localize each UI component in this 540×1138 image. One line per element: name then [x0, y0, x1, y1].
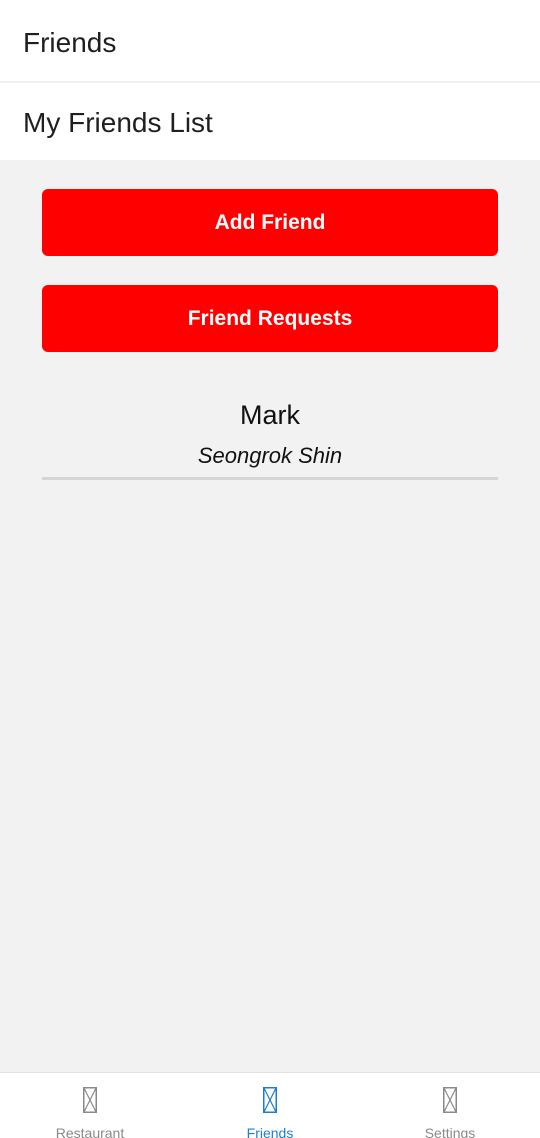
tab-label: Friends — [246, 1125, 294, 1138]
friend-requests-button[interactable]: Friend Requests — [42, 285, 498, 352]
tab-restaurant[interactable]: Restaurant — [0, 1073, 180, 1138]
friend-nickname: Mark — [240, 400, 300, 430]
placeholder-icon — [83, 1087, 97, 1113]
tab-friends[interactable]: Friends — [180, 1073, 360, 1138]
bottom-tab-bar: Restaurant Friends Settings — [0, 1072, 540, 1138]
add-friend-button[interactable]: Add Friend — [42, 189, 498, 256]
tab-label: Settings — [424, 1125, 476, 1138]
friend-full-name: Seongrok Shin — [197, 443, 343, 468]
tab-settings[interactable]: Settings — [360, 1073, 540, 1138]
placeholder-icon — [443, 1087, 457, 1113]
page-title: Friends — [23, 27, 117, 58]
section-title: My Friends List — [23, 107, 213, 138]
app-screen: Friends My Friends List Add Friend Frien… — [0, 0, 540, 1138]
placeholder-icon — [263, 1087, 277, 1113]
section-header: My Friends List — [0, 83, 540, 160]
tab-label: Restaurant — [55, 1125, 125, 1138]
friend-list-item[interactable]: Mark Seongrok Shin — [42, 392, 498, 480]
app-header: Friends — [0, 0, 540, 82]
